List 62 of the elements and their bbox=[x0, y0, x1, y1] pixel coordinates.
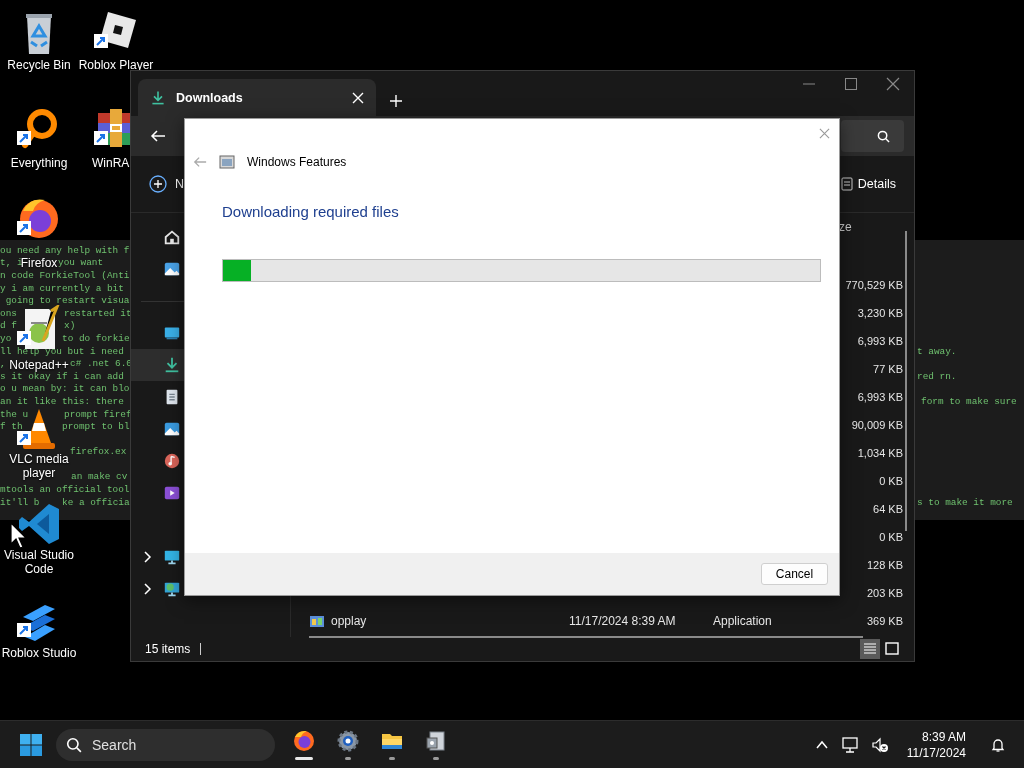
terminal-text: s to make it more bbox=[917, 496, 1013, 508]
desktop-icon-label[interactable]: VLC media player bbox=[8, 452, 70, 480]
table-cell-text: 11/17/2024 8:39 AM bbox=[569, 614, 677, 628]
new-button[interactable]: N bbox=[143, 171, 191, 197]
terminal-text: yo bbox=[0, 332, 12, 344]
terminal-text: form to make sure bbox=[921, 395, 1017, 407]
table-cell: 0 KB bbox=[879, 531, 903, 543]
table-cell: 3,230 KB bbox=[857, 307, 903, 319]
dialog-heading: Downloading required files bbox=[222, 202, 400, 222]
table-cell: 6,993 KB bbox=[857, 391, 903, 403]
terminal-text: n code ForkieTool (Anti bbox=[0, 270, 130, 281]
table-cell: 6,993 KB bbox=[857, 335, 903, 347]
terminal-text: ke a officia bbox=[62, 496, 130, 508]
table-cell: 77 KB bbox=[873, 363, 903, 375]
terminal-text: prompt firef bbox=[64, 408, 132, 420]
clock-time[interactable]: 8:39 AM bbox=[921, 728, 966, 745]
desktop-icon-label[interactable]: Recycle Bin bbox=[7, 58, 71, 72]
details-button[interactable]: Details bbox=[833, 173, 902, 195]
terminal-text: y i am currently a bit bbox=[0, 282, 124, 294]
desktop-icon-label[interactable]: Roblox Player bbox=[78, 58, 154, 72]
item-count: 15 items bbox=[145, 642, 191, 656]
search-field[interactable]: Search bbox=[56, 728, 275, 761]
table-cell: 64 KB bbox=[873, 503, 903, 515]
desktop-icon-label[interactable]: Firefox bbox=[20, 256, 58, 270]
terminal-text: firefox.ex bbox=[70, 446, 127, 458]
cancel-button[interactable]: Cancel bbox=[761, 563, 828, 585]
terminal-text: ons bbox=[0, 307, 17, 319]
terminal-text: , bbox=[0, 358, 6, 370]
table-cell: 369 KB bbox=[866, 615, 903, 627]
terminal-text: d f bbox=[0, 320, 17, 332]
terminal-text: t away. bbox=[917, 345, 957, 357]
table-cell-text: Application bbox=[713, 614, 773, 628]
desktop-icon-label[interactable]: Everything bbox=[10, 156, 68, 170]
terminal-text: an make cv bbox=[71, 471, 128, 483]
clock-date[interactable]: 11/17/2024 bbox=[906, 744, 966, 761]
terminal-text: going to restart visua bbox=[4, 295, 130, 307]
table-cell: 1,034 KB bbox=[857, 447, 903, 459]
terminal-text: it'll b bbox=[0, 496, 40, 508]
terminal-text: prompt to bl bbox=[62, 421, 130, 433]
tab[interactable]: Downloads bbox=[138, 79, 376, 116]
terminal-text: o u mean by: it can blo bbox=[0, 383, 130, 395]
table-cell: 90,009 KB bbox=[851, 419, 903, 431]
terminal-text: x) bbox=[64, 320, 76, 332]
terminal-text: mtools an official tool bbox=[0, 484, 130, 496]
desktop-icon-label[interactable]: Roblox Studio bbox=[1, 646, 77, 660]
terminal-text: to do forkie bbox=[62, 332, 130, 344]
terminal-text: the u bbox=[0, 408, 29, 420]
terminal-text: ou need any help with f bbox=[0, 244, 130, 256]
table-cell: 0 KB bbox=[879, 475, 903, 487]
dialog-title: Windows Features bbox=[247, 155, 347, 169]
terminal-text: f th bbox=[0, 421, 23, 433]
file-name[interactable]: opplay bbox=[331, 614, 367, 628]
desktop-icon-label[interactable]: Notepad++ bbox=[9, 358, 69, 372]
desktop-icon-label[interactable]: Visual Studio Code bbox=[1, 548, 77, 576]
table-cell: 128 KB bbox=[866, 559, 903, 571]
terminal-text: an it like this: there bbox=[0, 395, 124, 407]
terminal-text: you want bbox=[58, 257, 103, 269]
table-cell: 770,529 KB bbox=[845, 279, 903, 291]
terminal-text: restarted it bbox=[64, 307, 132, 319]
table-cell: 203 KB bbox=[866, 587, 903, 599]
desktop-icon-label[interactable]: WinRA bbox=[92, 156, 130, 170]
terminal-text: red rn. bbox=[917, 370, 957, 382]
